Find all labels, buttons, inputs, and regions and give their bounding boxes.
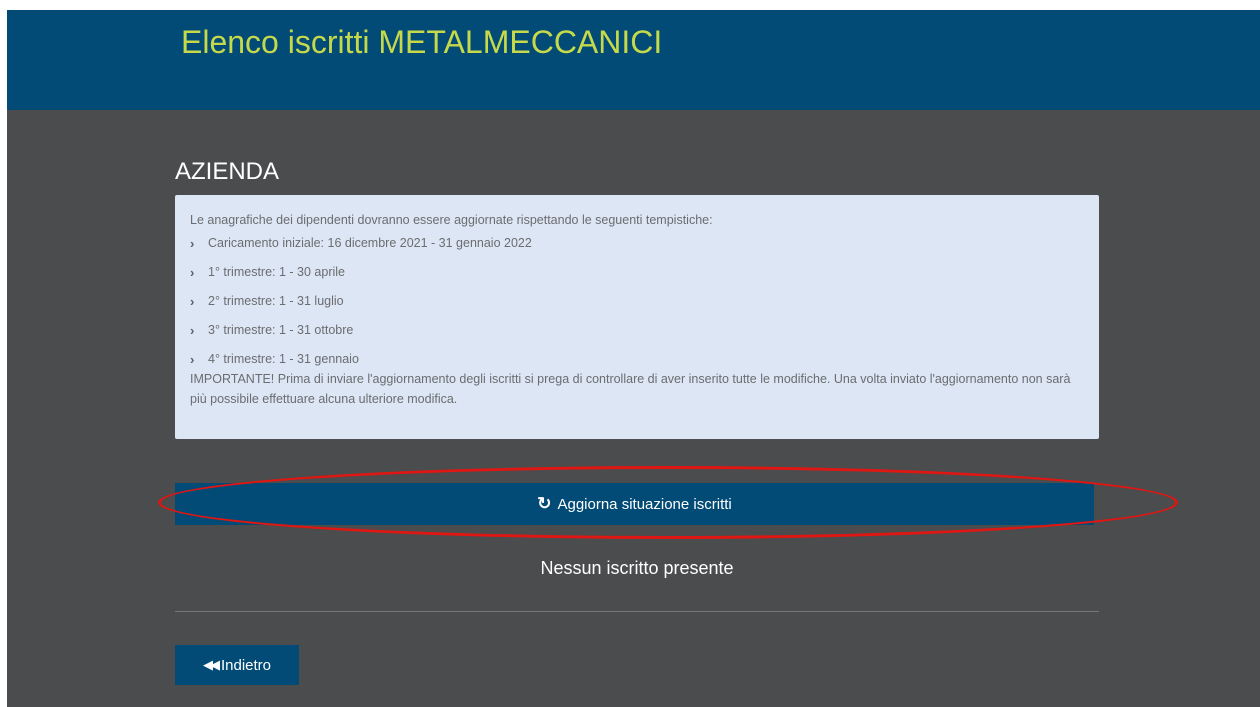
divider bbox=[175, 611, 1099, 612]
update-subscribers-label: Aggiorna situazione iscritti bbox=[557, 495, 732, 513]
chevron-right-icon: › bbox=[190, 236, 195, 251]
list-item: › 1° trimestre: 1 - 30 aprile bbox=[190, 258, 1085, 287]
info-intro: Le anagrafiche dei dipendenti dovranno e… bbox=[190, 213, 713, 227]
back-button[interactable]: ◀◀ Indietro bbox=[175, 645, 299, 685]
chevron-right-icon: › bbox=[190, 323, 195, 338]
page-title: Elenco iscritti METALMECCANICI bbox=[181, 24, 663, 60]
list-item: › Caricamento iniziale: 16 dicembre 2021… bbox=[190, 229, 1085, 258]
chevron-right-icon: › bbox=[190, 265, 195, 280]
important-notice: IMPORTANTE! Prima di inviare l'aggiornam… bbox=[190, 372, 1071, 406]
list-item-text: 1° trimestre: 1 - 30 aprile bbox=[208, 265, 345, 279]
back-button-label: Indietro bbox=[220, 656, 272, 674]
refresh-icon: ↻ bbox=[537, 494, 552, 513]
empty-state-message: Nessun iscritto presente bbox=[540, 558, 734, 578]
list-item-text: 3° trimestre: 1 - 31 ottobre bbox=[208, 323, 354, 337]
page-header: Elenco iscritti METALMECCANICI bbox=[7, 10, 1260, 110]
chevron-right-icon: › bbox=[190, 352, 195, 367]
list-item-text: Caricamento iniziale: 16 dicembre 2021 -… bbox=[208, 236, 532, 250]
list-item-text: 4° trimestre: 1 - 31 gennaio bbox=[208, 352, 359, 366]
info-box: Le anagrafiche dei dipendenti dovranno e… bbox=[175, 195, 1099, 439]
list-item-text: 2° trimestre: 1 - 31 luglio bbox=[208, 294, 344, 308]
backward-icon: ◀◀ bbox=[202, 657, 220, 672]
update-subscribers-button[interactable]: ↻ Aggiorna situazione iscritti bbox=[175, 483, 1094, 525]
list-item: › 2° trimestre: 1 - 31 luglio bbox=[190, 287, 1085, 316]
section-title: AZIENDA bbox=[175, 158, 280, 185]
list-item: › 4° trimestre: 1 - 31 gennaio bbox=[190, 345, 1085, 374]
list-item: › 3° trimestre: 1 - 31 ottobre bbox=[190, 316, 1085, 345]
chevron-right-icon: › bbox=[190, 294, 195, 309]
